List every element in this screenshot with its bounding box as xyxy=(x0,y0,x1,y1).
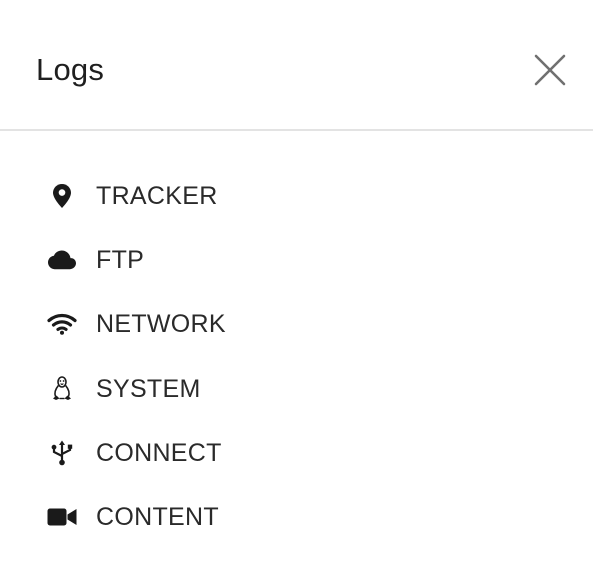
log-menu: TRACKER FTP NETWORK SYSTEM CONNECT CONTE… xyxy=(0,164,593,549)
wifi-icon xyxy=(44,309,80,339)
close-icon xyxy=(534,54,566,86)
menu-item-content[interactable]: CONTENT xyxy=(0,485,593,549)
close-button[interactable] xyxy=(528,50,572,90)
cloud-icon xyxy=(44,245,80,275)
menu-item-system[interactable]: SYSTEM xyxy=(0,357,593,421)
menu-item-label: SYSTEM xyxy=(96,374,201,403)
panel-title: Logs xyxy=(36,52,105,87)
panel-header: Logs xyxy=(0,0,593,131)
linux-icon xyxy=(44,374,80,404)
usb-icon xyxy=(44,438,80,468)
menu-item-tracker[interactable]: TRACKER xyxy=(0,164,593,228)
map-marker-icon xyxy=(44,181,80,211)
menu-item-label: NETWORK xyxy=(96,310,226,339)
menu-item-label: TRACKER xyxy=(96,182,218,211)
menu-item-label: FTP xyxy=(96,246,145,275)
menu-item-ftp[interactable]: FTP xyxy=(0,228,593,292)
menu-item-label: CONTENT xyxy=(96,503,219,532)
logs-panel: Logs TRACKER FTP NETWORK SYSTEM CONNECT … xyxy=(0,0,593,579)
menu-item-network[interactable]: NETWORK xyxy=(0,292,593,356)
menu-item-label: CONNECT xyxy=(96,438,222,467)
menu-item-connect[interactable]: CONNECT xyxy=(0,421,593,485)
video-camera-icon xyxy=(44,502,80,532)
